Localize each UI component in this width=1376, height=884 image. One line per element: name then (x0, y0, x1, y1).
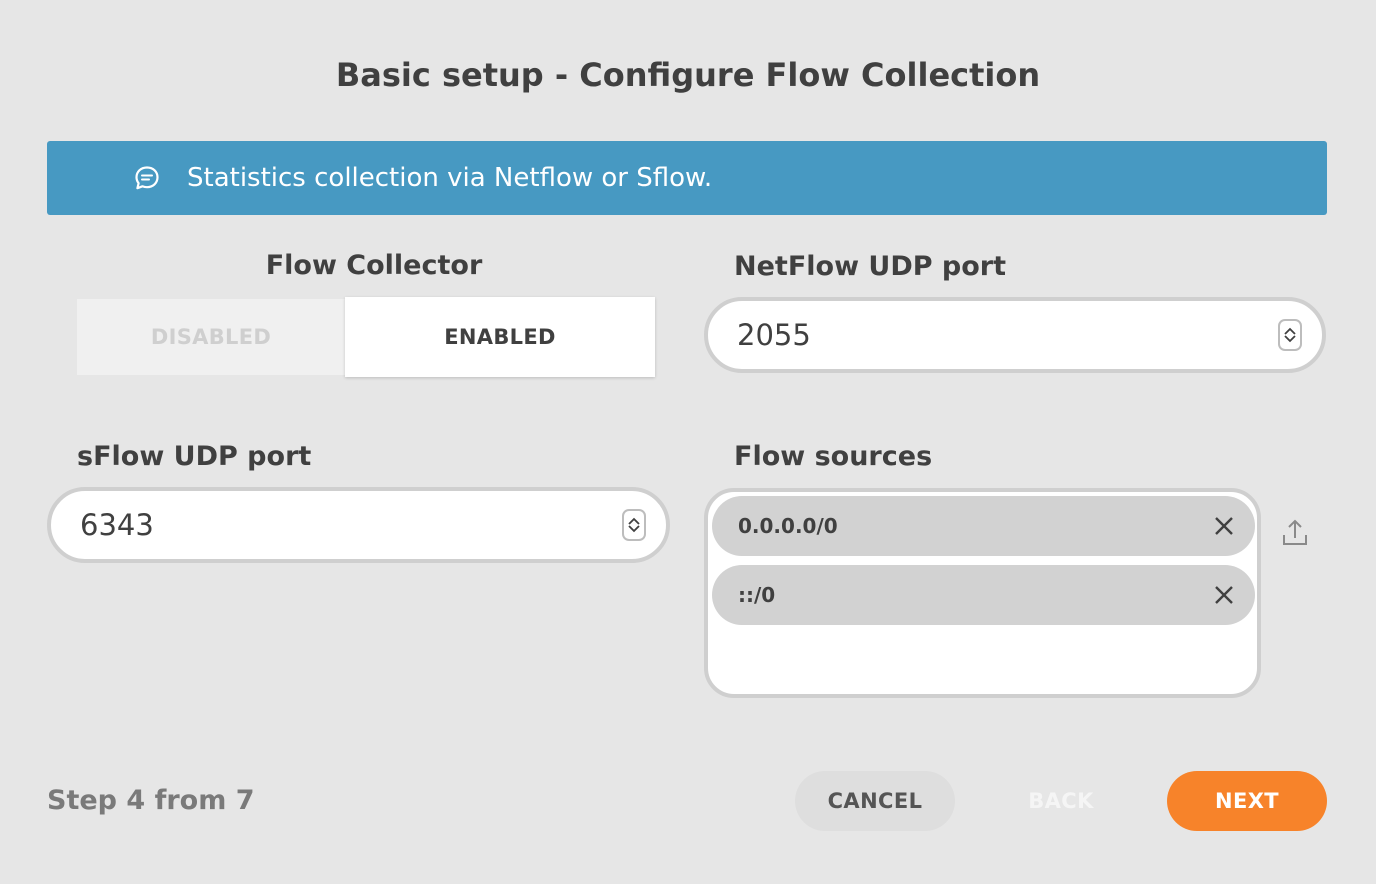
sflow-port-spinner[interactable] (622, 509, 646, 541)
flow-source-tag-label: 0.0.0.0/0 (738, 514, 838, 538)
flow-collector-toggle: DISABLED ENABLED (77, 297, 655, 377)
netflow-port-input[interactable]: 2055 (704, 297, 1326, 373)
next-button[interactable]: NEXT (1167, 771, 1327, 831)
info-banner: Statistics collection via Netflow or Sfl… (47, 141, 1327, 215)
chat-bubble-icon (133, 164, 161, 192)
back-button[interactable]: BACK (981, 771, 1141, 831)
sflow-port-value: 6343 (80, 508, 154, 542)
close-icon[interactable] (1213, 584, 1235, 606)
close-icon[interactable] (1213, 515, 1235, 537)
chevron-up-icon[interactable] (627, 517, 641, 525)
flow-collector-label: Flow Collector (265, 250, 483, 281)
netflow-port-label: NetFlow UDP port (734, 251, 1007, 282)
chevron-up-icon[interactable] (1283, 327, 1297, 335)
toggle-option-disabled[interactable]: DISABLED (77, 299, 345, 375)
netflow-port-spinner[interactable] (1278, 319, 1302, 351)
chevron-down-icon[interactable] (627, 525, 641, 533)
setup-wizard-page: Basic setup - Configure Flow Collection … (0, 0, 1376, 884)
flow-sources-label: Flow sources (734, 441, 933, 472)
flow-source-tag-label: ::/0 (738, 583, 776, 607)
flow-sources-input[interactable]: 0.0.0.0/0 ::/0 (704, 488, 1261, 698)
chevron-down-icon[interactable] (1283, 335, 1297, 343)
banner-text: Statistics collection via Netflow or Sfl… (187, 163, 713, 193)
step-indicator: Step 4 from 7 (47, 785, 255, 816)
upload-icon[interactable] (1281, 518, 1309, 548)
sflow-port-label: sFlow UDP port (77, 441, 312, 472)
toggle-option-enabled[interactable]: ENABLED (345, 297, 655, 377)
page-title: Basic setup - Configure Flow Collection (335, 56, 1041, 94)
flow-source-tag: ::/0 (712, 565, 1255, 625)
sflow-port-input[interactable]: 6343 (47, 487, 670, 563)
netflow-port-value: 2055 (737, 318, 811, 352)
cancel-button[interactable]: CANCEL (795, 771, 955, 831)
flow-source-tag: 0.0.0.0/0 (712, 496, 1255, 556)
